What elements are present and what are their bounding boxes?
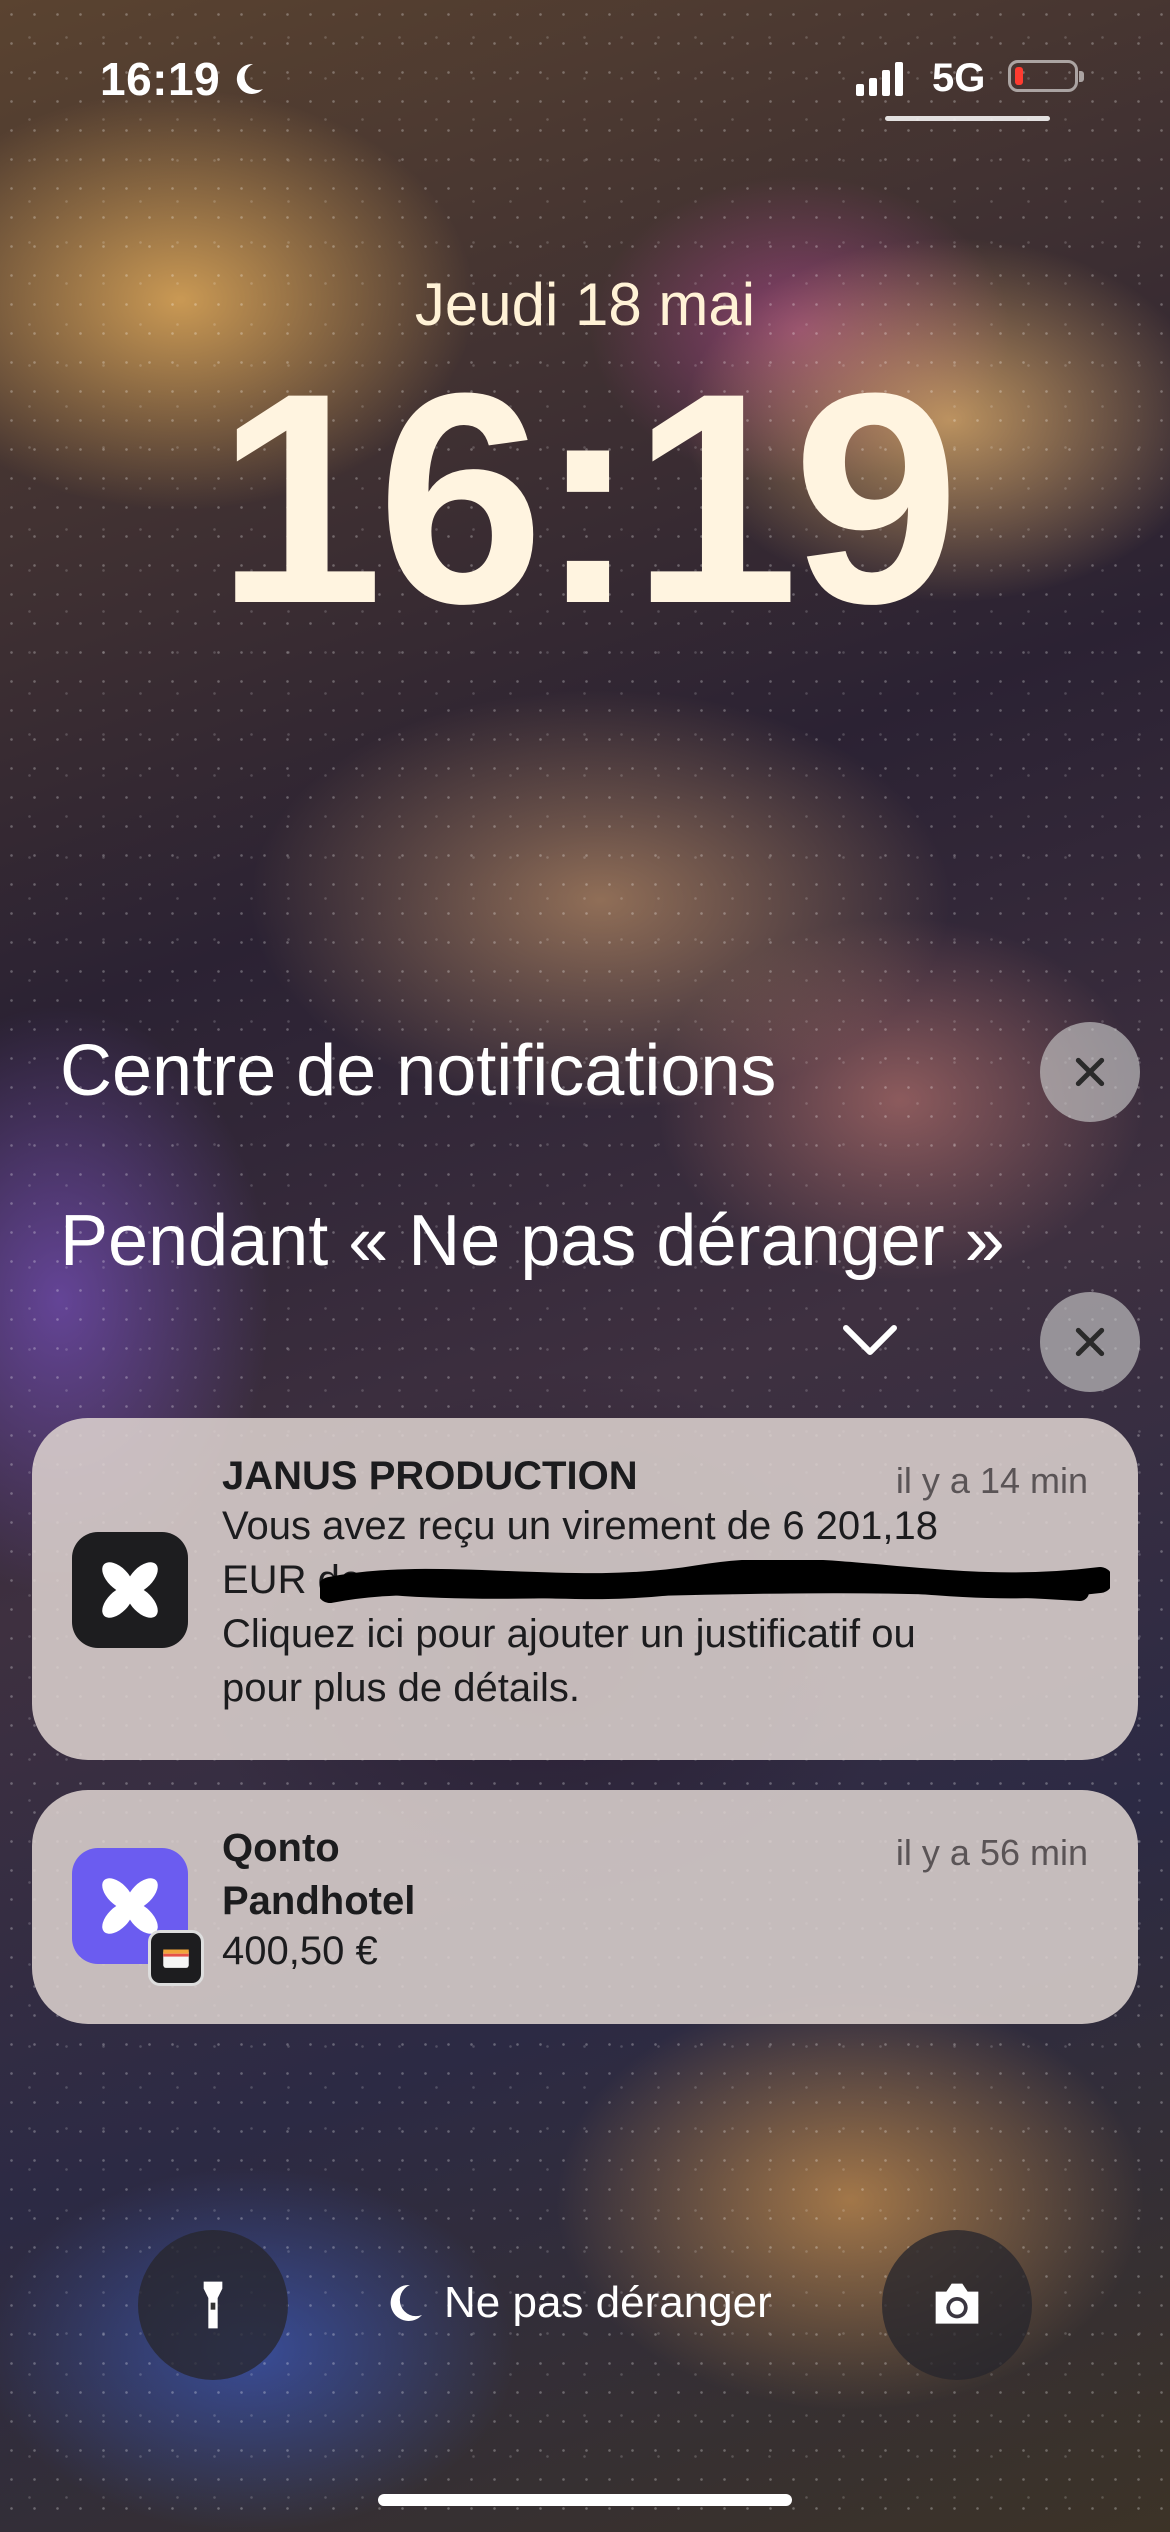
network-type: 5G bbox=[932, 56, 986, 100]
notification-line: Cliquez ici pour ajouter un justificatif… bbox=[222, 1612, 916, 1656]
wallet-icon bbox=[148, 1930, 204, 1986]
camera-button[interactable] bbox=[882, 2230, 1032, 2380]
chevron-down-icon[interactable] bbox=[840, 1320, 900, 1360]
notification-app-name: Qonto bbox=[222, 1826, 340, 1870]
status-time-text: 16:19 bbox=[100, 53, 221, 105]
battery-icon bbox=[1008, 60, 1084, 92]
lock-date: Jeudi 18 mai bbox=[414, 271, 756, 338]
moon-icon bbox=[390, 2284, 422, 2321]
notification-center-title: Centre de notifications bbox=[60, 1031, 777, 1111]
qonto-icon bbox=[72, 1532, 188, 1648]
home-indicator[interactable] bbox=[378, 2494, 792, 2506]
moon-icon bbox=[237, 63, 264, 94]
status-time: 16:19 bbox=[100, 52, 268, 106]
clear-notifications-button[interactable] bbox=[1040, 1022, 1140, 1122]
dnd-section-title: Pendant « Ne pas déranger » bbox=[60, 1201, 1005, 1281]
notification-line: pour plus de détails. bbox=[222, 1666, 581, 1710]
camera-icon bbox=[935, 2283, 979, 2324]
lock-clock: 16:19 bbox=[216, 330, 959, 666]
flashlight-icon bbox=[203, 2281, 223, 2329]
close-icon bbox=[1075, 1327, 1105, 1357]
notification-line: Vous avez reçu un virement de 6 201,18 bbox=[222, 1504, 939, 1548]
signal-icon bbox=[856, 60, 903, 96]
notification-title: Pandhotel bbox=[222, 1879, 416, 1923]
redaction-scribble bbox=[320, 1560, 1110, 1603]
flashlight-button[interactable] bbox=[138, 2230, 288, 2380]
notification-app-name: JANUS PRODUCTION bbox=[222, 1454, 638, 1498]
clear-dnd-notifications-button[interactable] bbox=[1040, 1292, 1140, 1392]
focus-mode-label: Ne pas déranger bbox=[444, 2278, 772, 2327]
status-indicator-line bbox=[885, 116, 1050, 121]
notification-card-qonto[interactable]: il y a 56 min Qonto Pandhotel 400,50 € bbox=[32, 1790, 1138, 2024]
focus-mode-indicator[interactable]: Ne pas déranger bbox=[380, 2278, 772, 2328]
notification-amount: 400,50 € bbox=[222, 1929, 378, 1973]
close-icon bbox=[1075, 1057, 1105, 1087]
